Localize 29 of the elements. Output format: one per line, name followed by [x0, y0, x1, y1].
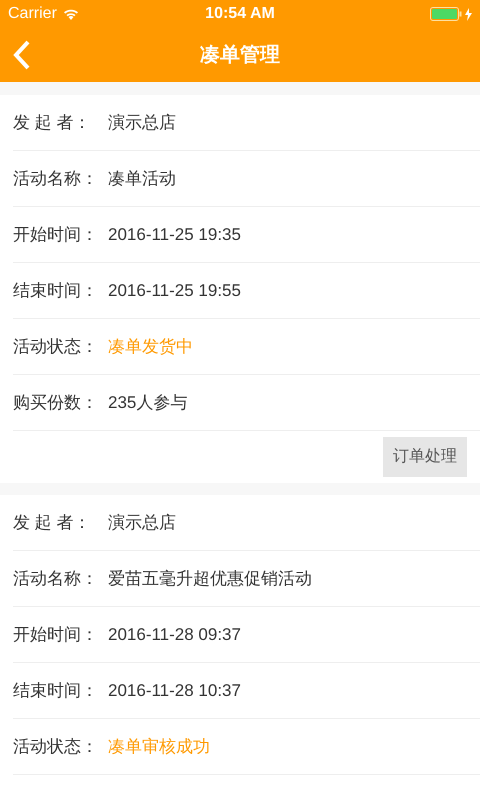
carrier-label: Carrier — [8, 4, 57, 24]
field-value: 2016-11-28 10:37 — [108, 680, 241, 702]
field-label: 活动名称： — [13, 568, 99, 590]
field-label: 活动状态： — [13, 736, 99, 758]
field-value: 2016-11-25 19:55 — [108, 280, 241, 302]
field-label: 购买份数： — [13, 392, 99, 414]
order-process-button[interactable]: 订单处理 — [383, 437, 467, 477]
field-label: 发 起 者： — [13, 512, 92, 534]
field-value: 凑单活动 — [108, 168, 176, 190]
field-value: 2016-11-25 19:35 — [108, 224, 241, 246]
field-value: 凑单审核成功 — [108, 736, 210, 758]
field-label: 开始时间： — [13, 224, 99, 246]
field-value: 演示总店 — [108, 112, 176, 134]
field-value: 凑单发货中 — [108, 336, 193, 358]
field-label: 发 起 者： — [13, 112, 92, 134]
field-label: 活动名称： — [13, 168, 99, 190]
wifi-icon — [62, 8, 79, 20]
field-label: 开始时间： — [13, 624, 99, 646]
field-label: 结束时间： — [13, 280, 99, 302]
battery-icon — [430, 7, 462, 21]
field-label: 活动状态： — [13, 336, 99, 358]
charging-icon — [465, 8, 472, 20]
field-value: 演示总店 — [108, 512, 176, 534]
field-value: 2016-11-28 09:37 — [108, 624, 241, 646]
status-time: 10:54 AM — [205, 4, 275, 24]
field-value: 爱苗五毫升超优惠促销活动 — [108, 568, 312, 590]
field-value: 235人参与 — [108, 392, 188, 414]
page-title: 凑单管理 — [200, 43, 280, 68]
field-label: 结束时间： — [13, 680, 99, 702]
